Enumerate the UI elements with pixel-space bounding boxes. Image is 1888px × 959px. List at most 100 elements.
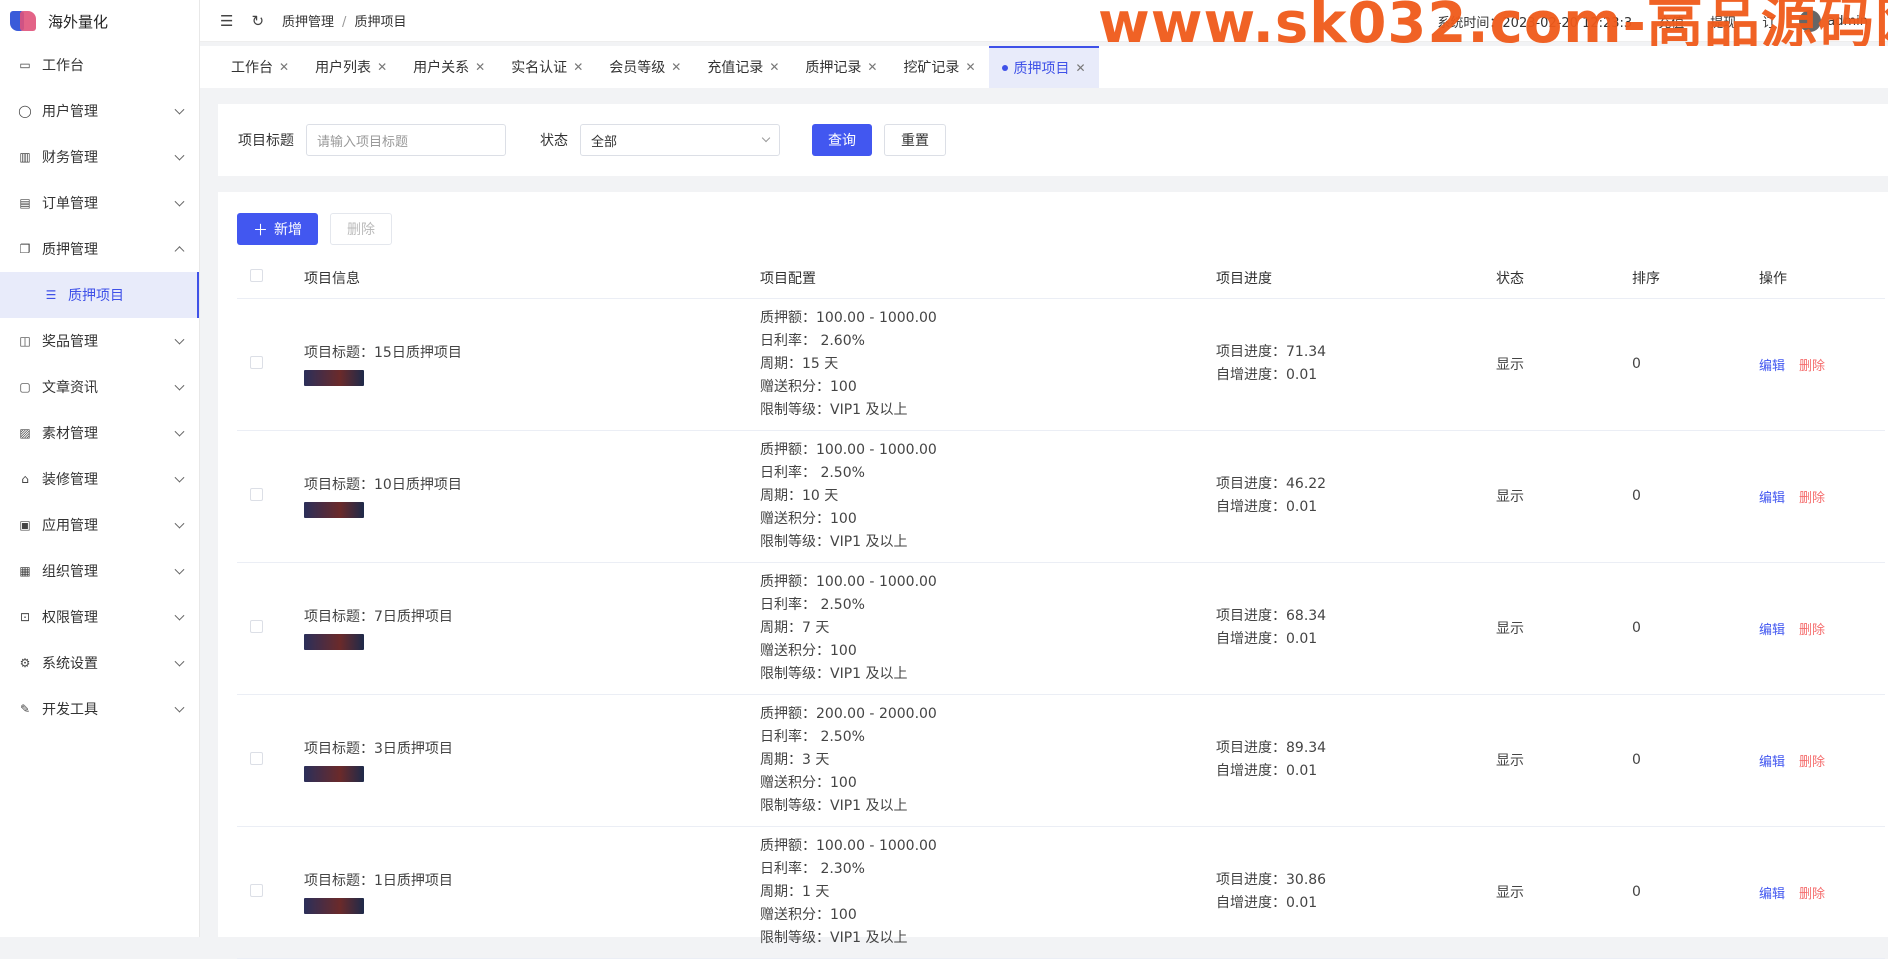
order-link[interactable]: 订 [1762,12,1775,31]
app-name: 海外量化 [48,12,109,31]
project-progress: 项目进度：89.34 [1216,740,1327,756]
recharge-link[interactable]: 充值 [1658,12,1684,31]
tab-user-relations[interactable]: 用户关系 ✕ [400,46,498,88]
tab-label: 工作台 [231,60,273,76]
logo-icon [10,9,38,33]
query-button[interactable]: 查询 [812,124,872,156]
sidebar-item-decoration[interactable]: ⌂ 装修管理 [0,456,199,502]
cycle: 周期：3 天 [760,751,830,768]
status-select[interactable]: 全部 [580,124,780,156]
project-progress: 项目进度：68.34 [1216,608,1327,624]
close-icon[interactable]: ✕ [867,60,877,74]
header-right: 系统时间：2023-02-20 12:23:3 充值 提现 订 admin [1411,0,1868,42]
select-all-checkbox[interactable] [250,269,263,283]
project-thumbnail[interactable] [304,766,364,782]
sidebar-item-staking-projects[interactable]: ☰ 质押项目 [0,272,199,318]
col-header-sort: 排序 [1632,258,1759,299]
breadcrumb-item[interactable]: 质押管理 [282,15,334,30]
close-icon[interactable]: ✕ [965,60,975,74]
tab-mining-records[interactable]: 挖矿记录 ✕ [890,46,988,88]
close-icon[interactable]: ✕ [573,60,583,74]
row-checkbox[interactable] [250,619,263,633]
sidebar-item-permissions[interactable]: ⊡ 权限管理 [0,594,199,640]
stake-amount: 质押额：200.00 - 2000.00 [760,705,937,722]
bulk-delete-button[interactable]: 删除 [330,213,393,245]
edit-button[interactable]: 编辑 [1759,623,1785,638]
row-select-cell [237,562,304,695]
sidebar-item-organization[interactable]: ▦ 组织管理 [0,548,199,594]
tab-verification[interactable]: 实名认证 ✕ [498,46,596,88]
sidebar-item-label: 素材管理 [42,426,98,442]
sidebar-item-prizes[interactable]: ◫ 奖品管理 [0,318,199,364]
tab-label: 质押项目 [1013,61,1070,77]
close-icon[interactable]: ✕ [279,60,289,74]
close-icon[interactable]: ✕ [671,60,681,74]
delete-button[interactable]: 删除 [1799,359,1825,374]
chevron-down-icon [174,104,185,115]
withdraw-link[interactable]: 提现 [1710,12,1736,31]
sidebar-item-orders[interactable]: ▤ 订单管理 [0,180,199,226]
tab-staking-records[interactable]: 质押记录 ✕ [792,46,890,88]
delete-button[interactable]: 删除 [1799,887,1825,902]
document-icon: ▤ [19,196,31,210]
close-icon[interactable]: ✕ [377,60,387,74]
sidebar-item-settings[interactable]: ⚙ 系统设置 [0,640,199,686]
sidebar-item-finance[interactable]: ▥ 财务管理 [0,134,199,180]
user-name[interactable]: admin [1827,14,1868,29]
table-row: 项目标题：10日质押项目 质押额：100.00 - 1000.00 日利率： 2.5… [237,430,1885,563]
sidebar: 海外量化 ▭ 工作台 ◯ 用户管理 ▥ 财务管理 ▤ 订单管理 ❐ 质押管理 ☰ 质押项目 … [0,0,200,937]
close-icon[interactable]: ✕ [475,60,485,74]
tab-staking-projects[interactable]: 质押项目 ✕ [988,46,1099,88]
sidebar-item-materials[interactable]: ▨ 素材管理 [0,410,199,456]
tab-member-levels[interactable]: 会员等级 ✕ [596,46,694,88]
row-checkbox[interactable] [250,487,263,501]
project-title: 项目标题：3日质押项目 [304,741,453,757]
delete-button[interactable]: 删除 [1799,755,1825,770]
chevron-down-icon [174,610,185,621]
row-checkbox[interactable] [250,355,263,369]
sidebar-item-users[interactable]: ◯ 用户管理 [0,88,199,134]
edit-button[interactable]: 编辑 [1759,755,1785,770]
project-config-cell: 质押额：200.00 - 2000.00 日利率： 2.50% 周期：3 天赠送积分… [760,694,1216,827]
project-thumbnail[interactable] [304,502,364,518]
tab-label: 用户列表 [315,60,372,76]
sidebar-item-staking[interactable]: ❐ 质押管理 [0,226,199,272]
chevron-down-icon [174,702,185,713]
sidebar-item-devtools[interactable]: ✎ 开发工具 [0,686,199,732]
close-icon[interactable]: ✕ [769,60,779,74]
sidebar-item-apps[interactable]: ▣ 应用管理 [0,502,199,548]
col-header-progress: 项目进度 [1216,258,1496,299]
row-checkbox[interactable] [250,883,263,897]
table-header-row: 项目信息 项目配置 项目进度 状态 排序 操作 [237,258,1885,299]
delete-button[interactable]: 删除 [1799,491,1825,506]
project-thumbnail[interactable] [304,370,364,386]
edit-button[interactable]: 编辑 [1759,359,1785,374]
avatar[interactable] [1799,10,1822,32]
tab-label: 用户关系 [413,60,470,76]
title-input[interactable]: 请输入项目标题 [306,124,506,156]
edit-button[interactable]: 编辑 [1759,887,1785,902]
project-config-cell: 质押额：100.00 - 1000.00 日利率： 2.30% 周期：1 天赠送积分… [760,826,1216,959]
project-title: 项目标题：1日质押项目 [304,873,453,889]
delete-button[interactable]: 删除 [1799,623,1825,638]
sidebar-item-articles[interactable]: ▢ 文章资讯 [0,364,199,410]
tab-recharge-records[interactable]: 充值记录 ✕ [694,46,792,88]
close-icon[interactable]: ✕ [1076,61,1086,75]
edit-button[interactable]: 编辑 [1759,491,1785,506]
refresh-icon[interactable]: ↻ [251,12,264,30]
menu-fold-icon[interactable]: ☰ [220,12,233,30]
sidebar-item-dashboard[interactable]: ▭ 工作台 [0,42,199,88]
app-logo[interactable]: 海外量化 [0,0,199,42]
tab-dashboard[interactable]: 工作台 ✕ [218,46,302,88]
tab-user-list[interactable]: 用户列表 ✕ [302,46,400,88]
col-header-actions: 操作 [1759,258,1885,299]
row-checkbox[interactable] [250,751,263,765]
col-header-config: 项目配置 [760,258,1216,299]
status-cell: 显示 [1496,826,1632,959]
add-button[interactable]: ＋ 新增 [237,213,319,245]
project-thumbnail[interactable] [304,898,364,914]
project-thumbnail[interactable] [304,634,364,650]
project-title: 项目标题：15日质押项目 [304,345,462,361]
gear-icon: ⚙ [19,656,31,670]
reset-button[interactable]: 重置 [884,124,946,156]
